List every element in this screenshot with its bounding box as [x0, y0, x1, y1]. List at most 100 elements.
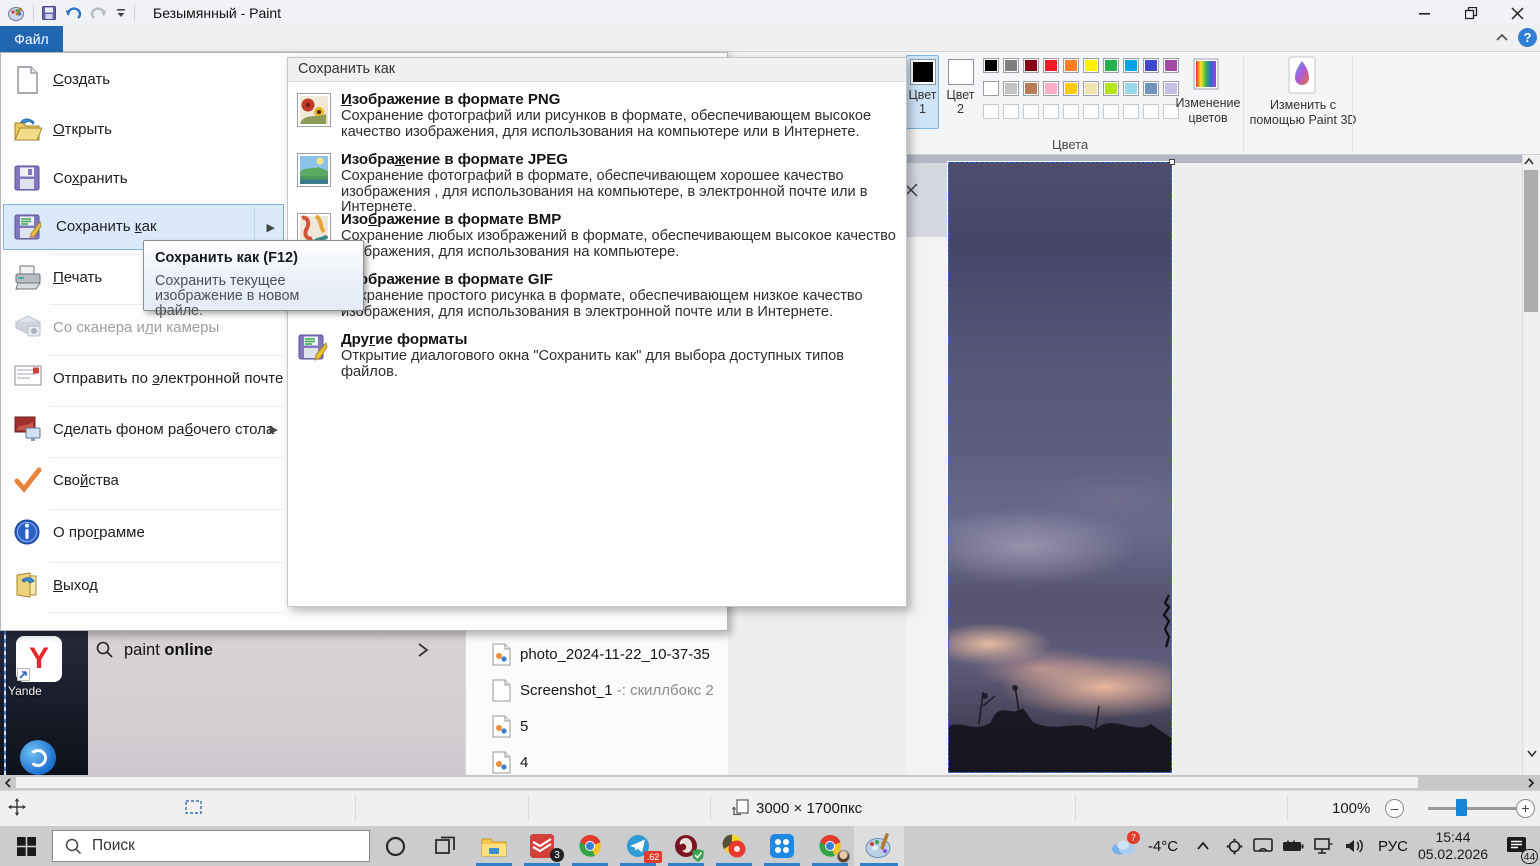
zoom-slider-thumb[interactable]	[1456, 799, 1467, 816]
menu-item-exit[interactable]: Выход	[1, 563, 286, 609]
palette-swatch[interactable]	[1003, 58, 1019, 73]
palette-swatch[interactable]	[1083, 81, 1099, 96]
browser-desktop-icon[interactable]	[20, 740, 56, 775]
palette-swatch[interactable]	[1123, 104, 1139, 119]
collapse-ribbon-button[interactable]	[1494, 30, 1510, 46]
menu-item-set-wallpaper[interactable]: Сделать фоном рабочего стола ▶	[1, 407, 286, 453]
search-result-item[interactable]: Screenshot_1 -: скиллбокс 2	[465, 673, 728, 709]
record-tray-icon[interactable]	[1220, 826, 1248, 866]
palette-swatch[interactable]	[1063, 58, 1079, 73]
temperature-tray[interactable]: -4°C	[1140, 826, 1186, 866]
chevron-right-icon[interactable]	[416, 642, 430, 658]
palette-swatch[interactable]	[983, 81, 999, 96]
edit-colors-button[interactable]: Изменение цветов	[1160, 96, 1256, 126]
volume-tray-icon[interactable]	[1338, 826, 1372, 866]
palette-swatch[interactable]	[1003, 81, 1019, 96]
paint-taskbar-button[interactable]	[854, 826, 904, 866]
palette-swatch[interactable]	[1063, 104, 1079, 119]
chrome-profile-button[interactable]	[806, 826, 854, 866]
customize-qat-dropdown[interactable]	[116, 7, 126, 19]
search-result-item[interactable]: 4	[465, 745, 728, 781]
color1-button[interactable]: Цвет 1	[906, 55, 939, 129]
search-highlight-image[interactable]	[281, 831, 369, 862]
minimize-button[interactable]	[1402, 0, 1448, 26]
file-explorer-button[interactable]	[470, 826, 518, 866]
menu-item-properties[interactable]: Свойства	[1, 458, 286, 504]
taskbar-search-box[interactable]: Поиск	[52, 830, 370, 862]
title-bar: Безымянный - Paint	[0, 0, 1540, 26]
search-suggestion-row[interactable]: paint online	[88, 634, 465, 666]
redo-button[interactable]	[90, 6, 108, 21]
palette-swatch[interactable]	[1043, 81, 1059, 96]
palette-swatch[interactable]	[1103, 81, 1119, 96]
scroll-left-arrow[interactable]	[3, 777, 13, 789]
network-tray-icon[interactable]	[1308, 826, 1338, 866]
blue-app-button[interactable]	[758, 826, 806, 866]
submenu-item-gif[interactable]: Изображение в формате GIF Сохранение про…	[288, 271, 906, 329]
save-quick-button[interactable]	[42, 6, 56, 20]
telegram-button[interactable]: .62	[614, 826, 662, 866]
battery-tray-icon[interactable]	[1278, 826, 1308, 866]
palette-swatch[interactable]	[1103, 104, 1119, 119]
task-view-button[interactable]	[420, 826, 470, 866]
palette-swatch[interactable]	[1003, 104, 1019, 119]
restore-button[interactable]	[1448, 0, 1494, 26]
menu-item-new[interactable]: Создать	[1, 57, 286, 103]
selection-handle[interactable]	[1169, 159, 1175, 165]
yandex-music-button[interactable]	[710, 826, 758, 866]
menu-item-about[interactable]: О программе	[1, 510, 286, 556]
palette-swatch[interactable]	[1163, 81, 1179, 96]
submenu-item-other-formats[interactable]: Другие форматы Открытие диалогового окна…	[288, 331, 906, 389]
palette-swatch[interactable]	[1023, 104, 1039, 119]
cortana-button[interactable]	[370, 826, 420, 866]
edit-with-paint3d-button[interactable]: Изменить с помощью Paint 3D	[1245, 98, 1361, 128]
yandex-desktop-icon[interactable]: Y	[16, 636, 62, 682]
search-placeholder: Поиск	[92, 837, 135, 855]
palette-swatch[interactable]	[1043, 58, 1059, 73]
scroll-right-arrow[interactable]	[1526, 777, 1536, 789]
palette-swatch[interactable]	[1163, 58, 1179, 73]
palette-swatch[interactable]	[1083, 58, 1099, 73]
zoom-slider-track[interactable]	[1428, 807, 1516, 810]
chrome-button[interactable]	[566, 826, 614, 866]
zoom-in-button[interactable]: +	[1516, 799, 1535, 818]
submenu-item-png[interactable]: Изображение в формате PNG Сохранение фот…	[288, 91, 906, 149]
close-button[interactable]	[1494, 0, 1540, 26]
vertical-scrollbar-thumb[interactable]	[1524, 170, 1538, 312]
tab-file[interactable]: Файл	[0, 26, 63, 52]
tray-expand-chevron[interactable]	[1186, 826, 1220, 866]
palette-swatch[interactable]	[983, 58, 999, 73]
palette-swatch[interactable]	[1023, 81, 1039, 96]
palette-swatch[interactable]	[1063, 81, 1079, 96]
submenu-item-jpeg[interactable]: Изображение в формате JPEG Сохранение фо…	[288, 151, 906, 209]
undo-button[interactable]	[64, 6, 82, 21]
weather-tray-icon[interactable]: 7	[1106, 826, 1140, 866]
palette-swatch[interactable]	[1143, 104, 1159, 119]
help-icon[interactable]: ?	[1518, 28, 1537, 47]
palette-swatch[interactable]	[1043, 104, 1059, 119]
menu-item-open[interactable]: Открыть	[1, 107, 286, 153]
antivirus-button[interactable]	[662, 826, 710, 866]
palette-swatch[interactable]	[1083, 104, 1099, 119]
search-result-item[interactable]: photo_2024-11-22_10-37-35	[465, 637, 728, 673]
palette-swatch[interactable]	[1143, 81, 1159, 96]
palette-swatch[interactable]	[1123, 81, 1139, 96]
language-indicator[interactable]: РУС	[1372, 826, 1414, 866]
search-result-item[interactable]: 5	[465, 709, 728, 745]
color2-button[interactable]: Цвет 2	[944, 55, 977, 129]
zoom-out-button[interactable]: –	[1385, 799, 1404, 818]
canvas-photo-selection[interactable]	[948, 162, 1172, 773]
palette-swatch[interactable]	[1123, 58, 1139, 73]
submenu-item-bmp[interactable]: Изображение в формате BMP Сохранение люб…	[288, 211, 906, 269]
todoist-button[interactable]: 3	[518, 826, 566, 866]
menu-item-save[interactable]: Сохранить	[1, 156, 286, 202]
palette-swatch[interactable]	[1103, 58, 1119, 73]
palette-swatch[interactable]	[1023, 58, 1039, 73]
palette-swatch[interactable]	[983, 104, 999, 119]
clock-tray[interactable]: 15:44 05.02.2026	[1414, 826, 1492, 866]
display-tray-icon[interactable]	[1248, 826, 1278, 866]
start-button[interactable]	[0, 826, 52, 866]
palette-swatch[interactable]	[1143, 58, 1159, 73]
action-center-button[interactable]: 44	[1492, 826, 1540, 866]
menu-item-email[interactable]: Отправить по электронной почте	[1, 356, 286, 402]
